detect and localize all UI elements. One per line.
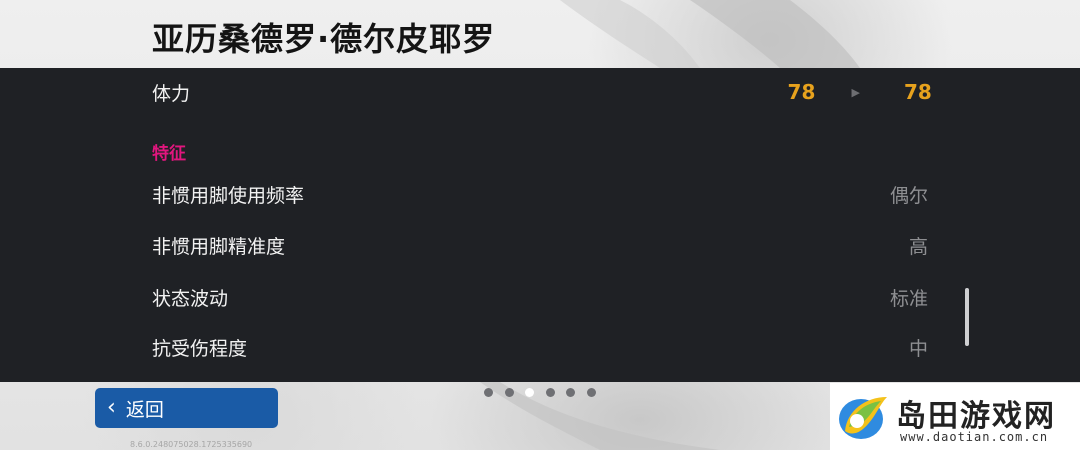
stat-row-stamina: 体力 78 ▶ 78 (152, 72, 932, 112)
page-dot[interactable] (545, 388, 555, 397)
trait-row: 抗受伤程度 中 (152, 327, 928, 367)
page-dot[interactable] (504, 388, 514, 397)
player-name-title: 亚历桑德罗·德尔皮耶罗 (152, 20, 496, 58)
section-title-traits: 特征 (152, 144, 186, 164)
play-triangle-icon: ▶ (851, 85, 860, 99)
trait-label: 抗受伤程度 (152, 337, 248, 360)
chevron-left-icon: ‹ (107, 395, 116, 420)
trait-label: 非惯用脚精准度 (152, 235, 286, 258)
site-watermark: 岛田游戏网 www.daotian.com.cn (830, 383, 1080, 450)
scrollbar[interactable] (965, 288, 969, 346)
version-label: 8.6.0.248075028.1725335690 (130, 440, 253, 449)
page-dot[interactable] (484, 388, 493, 397)
trait-label: 状态波动 (152, 287, 229, 310)
page-dot[interactable] (586, 388, 596, 397)
back-button-label: 返回 (125, 398, 164, 421)
trait-row: 非惯用脚使用频率 偶尔 (152, 174, 928, 214)
watermark-brand: 岛田游戏网 (896, 399, 1056, 434)
page-indicator (484, 388, 607, 397)
page-dot-active[interactable] (525, 388, 534, 397)
stat-label: 体力 (152, 82, 191, 105)
trait-row: 非惯用脚精准度 高 (152, 225, 928, 265)
trait-label: 非惯用脚使用频率 (152, 184, 305, 207)
stat-new-value: 78 (904, 80, 932, 104)
trait-row: 状态波动 标准 (152, 277, 928, 317)
trait-value: 高 (908, 235, 928, 258)
back-button[interactable]: ‹ 返回 (95, 388, 278, 428)
trait-value: 偶尔 (889, 184, 928, 207)
site-logo-icon (839, 397, 887, 439)
watermark-url: www.daotian.com.cn (900, 430, 1049, 444)
trait-value: 标准 (889, 287, 928, 310)
stat-old-value: 78 (787, 80, 816, 104)
page-dot[interactable] (566, 388, 575, 397)
trait-value: 中 (908, 337, 928, 360)
stat-values: 78 ▶ 78 (787, 80, 932, 104)
